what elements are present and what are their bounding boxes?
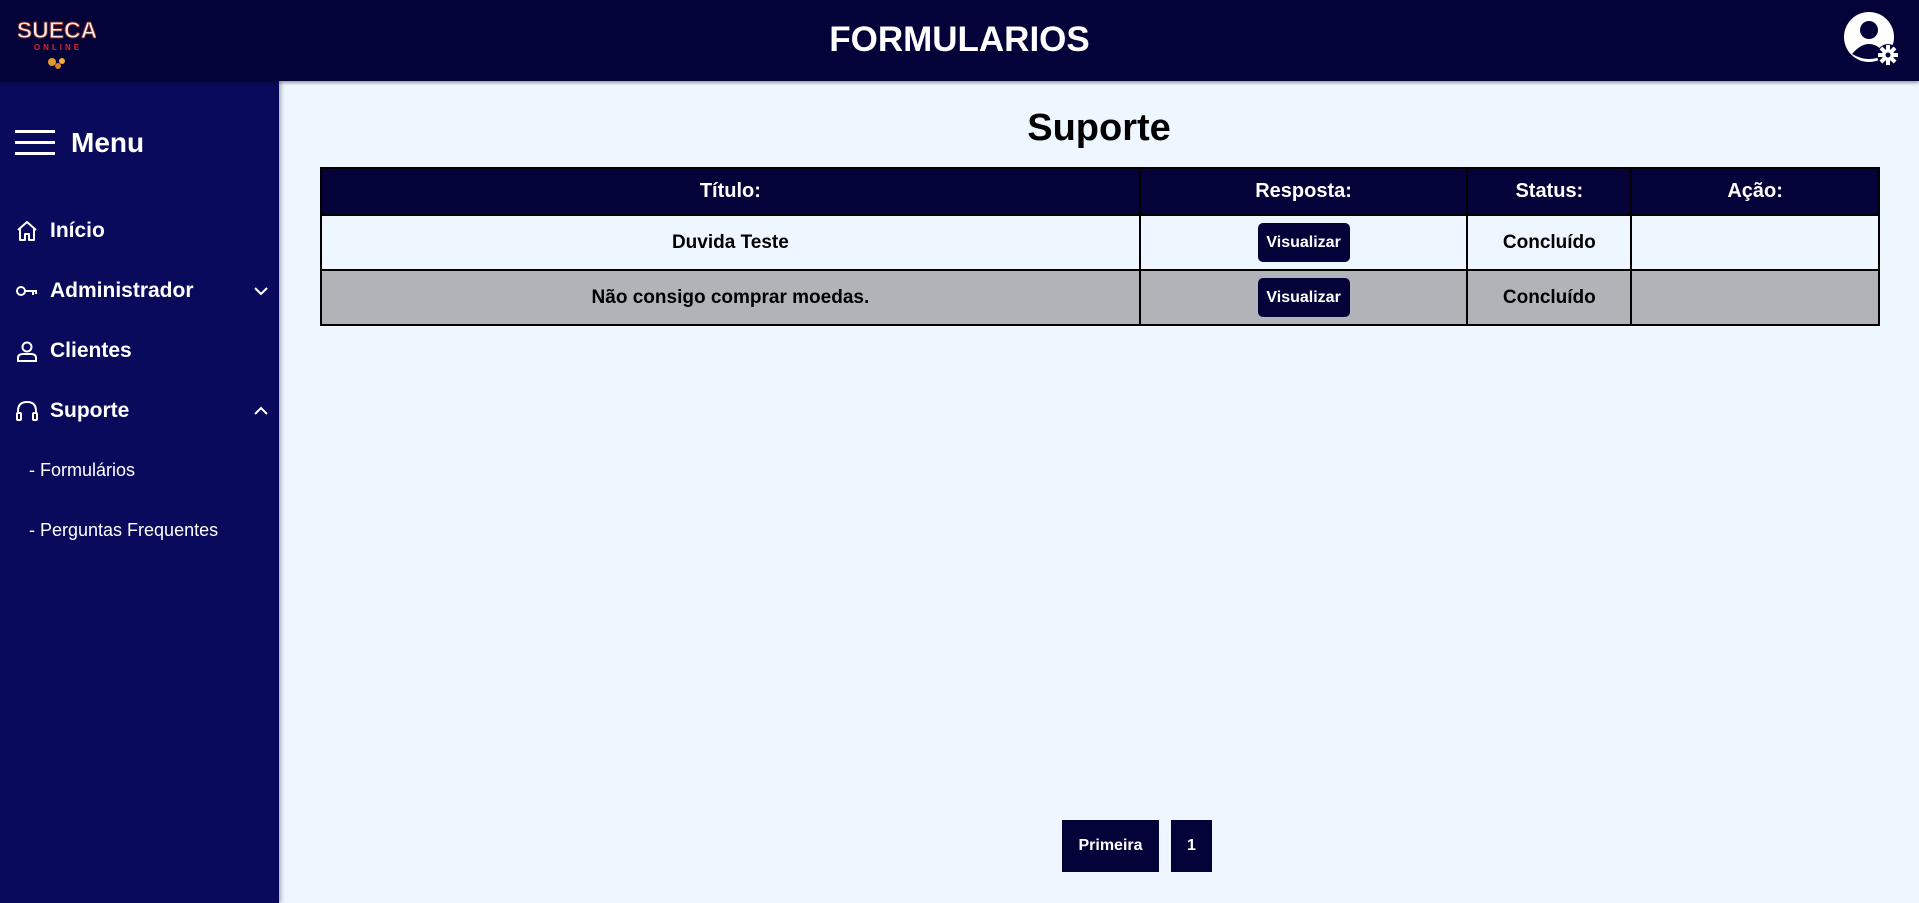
cell-titulo: Duvida Teste <box>320 214 1141 271</box>
cell-resposta: Visualizar <box>1138 269 1469 326</box>
section-title: Suporte <box>1027 107 1171 149</box>
top-bar: SUECA ONLINE FORMULARIOS <box>0 0 1919 81</box>
page-title: FORMULARIOS <box>829 20 1090 59</box>
sidebar-item-label: Administrador <box>50 279 194 302</box>
user-settings-icon[interactable] <box>1842 10 1902 70</box>
cell-acao <box>1630 269 1880 326</box>
visualizar-button[interactable]: Visualizar <box>1257 278 1350 317</box>
column-header-status: Status: <box>1466 167 1633 216</box>
chevron-up-icon[interactable] <box>253 403 269 419</box>
cell-status: Concluído <box>1466 269 1633 326</box>
sidebar-item-label: Início <box>50 219 105 242</box>
sidebar-item-clientes[interactable]: Clientes <box>14 335 269 367</box>
sidebar-item-inicio[interactable]: Início <box>14 215 269 247</box>
key-icon <box>14 278 40 304</box>
sidebar-subitem-formularios[interactable]: - Formulários <box>29 460 135 486</box>
sidebar-subitem-perguntas-frequentes[interactable]: - Perguntas Frequentes <box>29 520 218 546</box>
sidebar-item-label: Clientes <box>50 339 132 362</box>
menu-toggle[interactable]: Menu <box>15 125 144 161</box>
table-row: Não consigo comprar moedas. Visualizar C… <box>320 269 1880 326</box>
home-icon <box>14 218 40 244</box>
support-table: Título: Resposta: Status: Ação: Duvida T… <box>320 167 1880 326</box>
table-row: Duvida Teste Visualizar Concluído <box>320 214 1880 271</box>
column-header-acao: Ação: <box>1630 167 1880 216</box>
cell-resposta: Visualizar <box>1138 214 1469 271</box>
cell-acao <box>1630 214 1880 271</box>
sidebar: Menu Início Administrador Clientes Supor… <box>0 81 279 903</box>
person-icon <box>14 338 40 364</box>
column-header-titulo: Título: <box>320 167 1141 216</box>
cell-status: Concluído <box>1466 214 1633 271</box>
sidebar-item-suporte[interactable]: Suporte <box>14 395 269 427</box>
headset-icon <box>14 398 40 424</box>
menu-label: Menu <box>71 127 145 158</box>
pagination: Primeira 1 <box>1062 820 1212 872</box>
sidebar-item-administrador[interactable]: Administrador <box>14 275 269 307</box>
hamburger-icon <box>15 130 55 155</box>
first-page-button[interactable]: Primeira <box>1062 820 1159 872</box>
cell-titulo: Não consigo comprar moedas. <box>320 269 1141 326</box>
table-header-row: Título: Resposta: Status: Ação: <box>320 167 1880 216</box>
column-header-resposta: Resposta: <box>1138 167 1469 216</box>
visualizar-button[interactable]: Visualizar <box>1257 223 1350 262</box>
sidebar-item-label: Suporte <box>50 399 130 422</box>
chevron-down-icon[interactable] <box>253 283 269 299</box>
page-number-button[interactable]: 1 <box>1171 820 1212 872</box>
